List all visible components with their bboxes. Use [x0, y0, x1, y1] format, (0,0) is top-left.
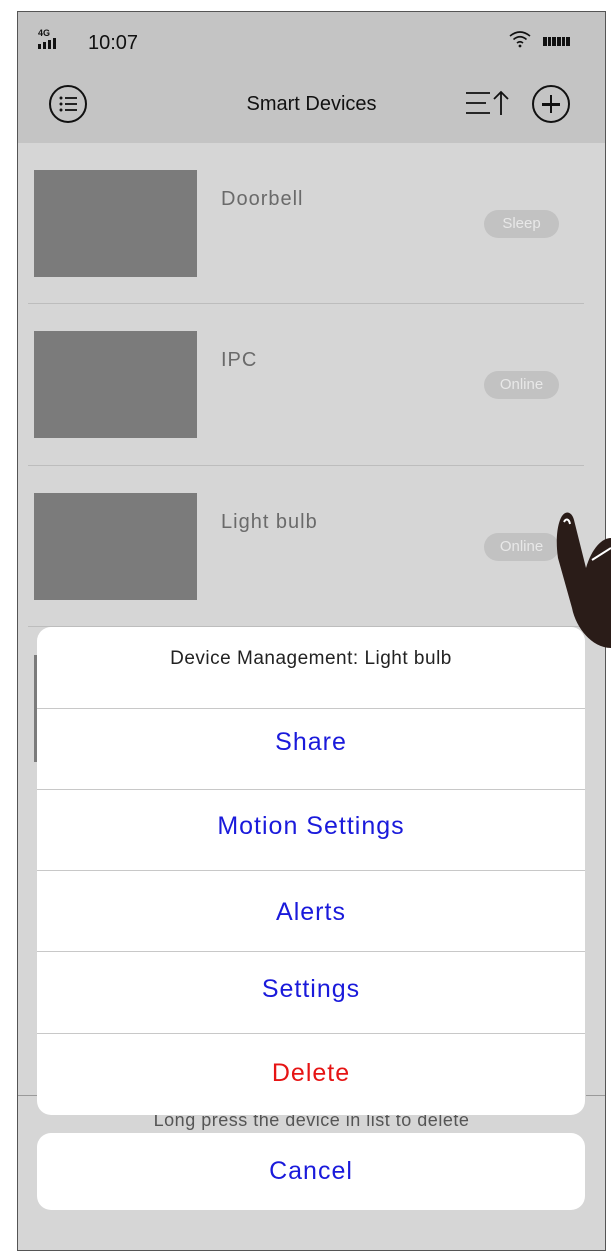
device-thumbnail — [34, 170, 197, 277]
device-management-sheet: Device Management: Light bulb Share Moti… — [37, 627, 585, 1115]
hint-divider — [18, 1095, 38, 1096]
device-item-light-bulb[interactable]: Light bulb Online — [18, 466, 605, 628]
share-button[interactable]: Share — [37, 728, 585, 757]
battery-icon — [543, 37, 571, 46]
sheet-divider — [37, 870, 585, 871]
device-thumbnail — [34, 493, 197, 600]
network-label: 4G — [38, 28, 51, 38]
device-name: Light bulb — [221, 511, 318, 533]
sheet-divider — [37, 789, 585, 790]
device-item-doorbell[interactable]: Doorbell Sleep — [18, 143, 605, 305]
sheet-divider — [37, 951, 585, 952]
add-device-button[interactable] — [532, 85, 570, 123]
device-name: Doorbell — [221, 188, 304, 210]
sheet-divider — [37, 1033, 585, 1034]
device-thumbnail — [34, 331, 197, 438]
device-item-ipc[interactable]: IPC Online — [18, 304, 605, 466]
delete-button[interactable]: Delete — [37, 1059, 585, 1088]
device-name: IPC — [221, 349, 258, 371]
status-badge: Online — [484, 533, 559, 561]
sheet-divider — [37, 708, 585, 709]
motion-settings-button[interactable]: Motion Settings — [37, 812, 585, 841]
sheet-title: Device Management: Light bulb — [170, 648, 452, 669]
page-title: Smart Devices — [246, 93, 377, 115]
status-time: 10:07 — [88, 32, 139, 54]
hint-divider — [586, 1095, 605, 1096]
cancel-button[interactable]: Cancel — [37, 1133, 585, 1210]
hand-pointer-icon — [556, 512, 611, 648]
status-badge: Online — [484, 371, 559, 399]
signal-icon: 4G — [38, 29, 56, 49]
wifi-icon — [509, 31, 531, 48]
alerts-button[interactable]: Alerts — [37, 898, 585, 927]
app-header: 4G 10:07 Smart Devices — [18, 12, 605, 143]
status-badge: Sleep — [484, 210, 559, 238]
sort-icon[interactable] — [464, 88, 512, 120]
settings-button[interactable]: Settings — [37, 975, 585, 1004]
